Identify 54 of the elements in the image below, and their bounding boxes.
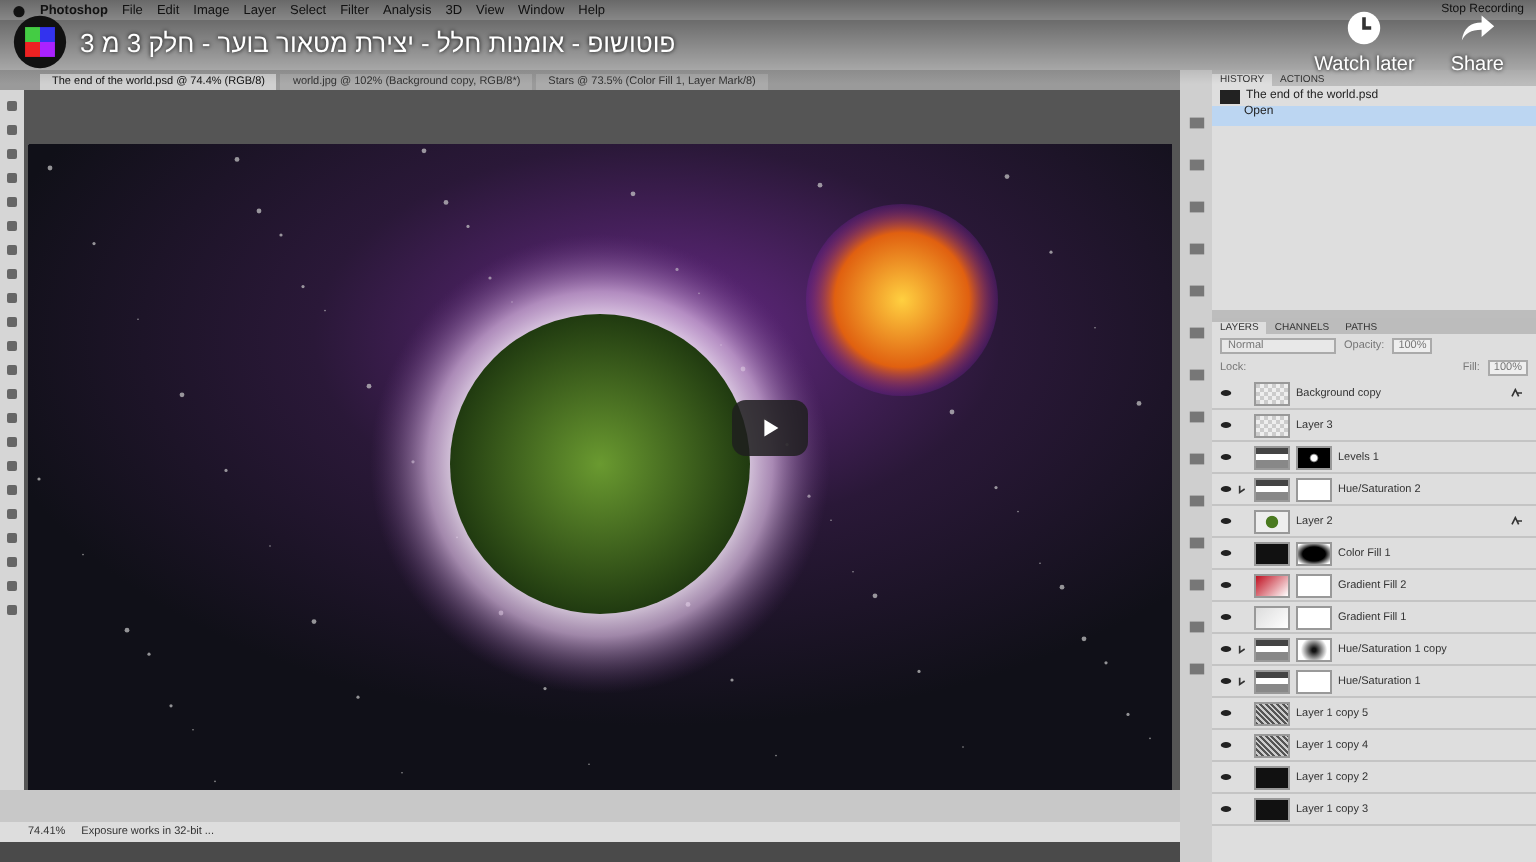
layer-thumbnail xyxy=(1254,605,1290,629)
layer-thumbnail xyxy=(1254,509,1290,533)
eye-icon[interactable] xyxy=(1220,420,1232,430)
layer-thumbnail xyxy=(1254,669,1290,693)
layer-thumbnail xyxy=(1254,541,1290,565)
layer-mask-thumbnail xyxy=(1296,605,1332,629)
panel-icon[interactable] xyxy=(1187,576,1205,594)
layer-thumbnail xyxy=(1254,733,1290,757)
layer-mask-thumbnail xyxy=(1296,637,1332,661)
layer-thumbnail xyxy=(1254,573,1290,597)
panel-icon[interactable] xyxy=(1187,324,1205,342)
layer-thumbnail xyxy=(1254,445,1290,469)
panel-icon[interactable] xyxy=(1187,450,1205,468)
panel-icon[interactable] xyxy=(1187,660,1205,678)
layer-mask-thumbnail xyxy=(1296,541,1332,565)
layer-thumbnail xyxy=(1254,477,1290,501)
layer-mask-thumbnail xyxy=(1296,573,1332,597)
layer-mask-thumbnail xyxy=(1296,477,1332,501)
eye-icon[interactable] xyxy=(1220,804,1232,814)
channel-avatar-icon[interactable] xyxy=(12,14,68,70)
panel-icon[interactable] xyxy=(1187,114,1205,132)
eye-icon[interactable] xyxy=(1220,772,1232,782)
eye-icon[interactable] xyxy=(1220,740,1232,750)
eye-icon[interactable] xyxy=(1220,484,1232,494)
eye-icon[interactable] xyxy=(1220,516,1232,526)
panel-icon[interactable] xyxy=(1187,408,1205,426)
layer-thumbnail xyxy=(1254,701,1290,725)
eye-icon[interactable] xyxy=(1220,388,1232,398)
panel-icon[interactable] xyxy=(1187,534,1205,552)
layer-thumbnail xyxy=(1254,797,1290,821)
layer-thumbnail xyxy=(1254,765,1290,789)
panel-icon[interactable] xyxy=(1187,198,1205,216)
eye-icon[interactable] xyxy=(1220,580,1232,590)
panel-icon[interactable] xyxy=(1187,240,1205,258)
video-title[interactable]: פוטושופ - אומנות חלל - יצירת מטאור בוער - חלק 3 מ 3 xyxy=(80,27,676,57)
eye-icon[interactable] xyxy=(1220,676,1232,686)
panel-icon[interactable] xyxy=(1187,618,1205,636)
clock-icon xyxy=(1346,9,1383,45)
layer-mask-thumbnail xyxy=(1296,669,1332,693)
eye-icon[interactable] xyxy=(1220,644,1232,654)
eye-icon[interactable] xyxy=(1220,548,1232,558)
layer-mask-thumbnail xyxy=(1296,445,1332,469)
panel-icon[interactable] xyxy=(1187,156,1205,174)
panel-icon[interactable] xyxy=(1187,282,1205,300)
eye-icon[interactable] xyxy=(1220,708,1232,718)
apple-icon[interactable] xyxy=(12,3,26,17)
layer-thumbnail xyxy=(1254,413,1290,437)
eye-icon[interactable] xyxy=(1220,452,1232,462)
layer-thumbnail xyxy=(1254,637,1290,661)
layer-thumbnail xyxy=(1254,381,1290,405)
eye-icon[interactable] xyxy=(1220,612,1232,622)
play-button[interactable] xyxy=(732,400,808,456)
panel-icon[interactable] xyxy=(1187,492,1205,510)
panel-icon[interactable] xyxy=(1187,366,1205,384)
